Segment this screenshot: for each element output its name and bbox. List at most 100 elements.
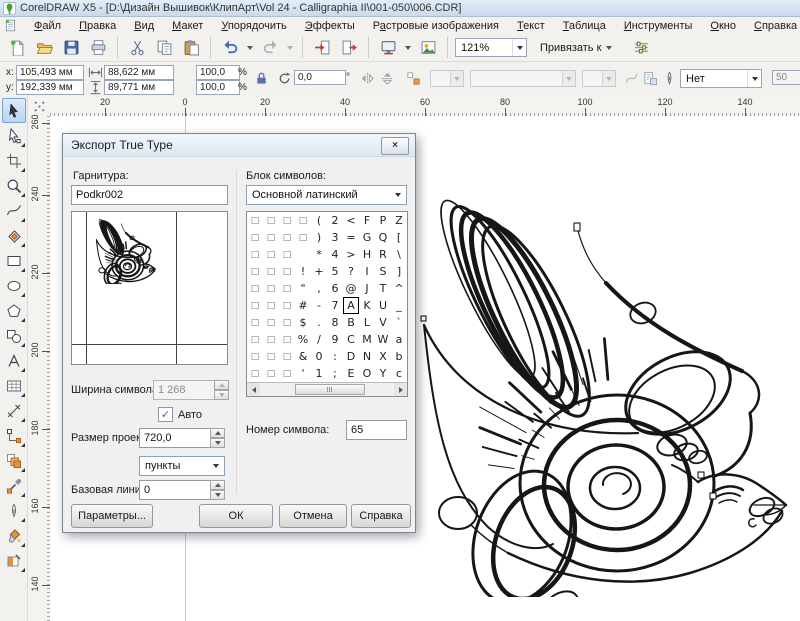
scroll-left-icon[interactable] <box>247 383 260 396</box>
char-cell-selected[interactable]: A <box>343 297 359 314</box>
flyout-indicator[interactable] <box>21 443 25 447</box>
char-cell[interactable]: □ <box>247 297 263 314</box>
char-cell[interactable]: □ <box>247 212 263 229</box>
object-width-field[interactable]: 88,622 мм <box>104 65 174 80</box>
char-cell[interactable]: " <box>295 280 311 297</box>
char-cell[interactable]: a <box>391 331 407 348</box>
char-cell[interactable]: □ <box>263 365 279 382</box>
char-cell[interactable]: ] <box>391 263 407 280</box>
char-cell[interactable]: □ <box>263 246 279 263</box>
char-cell[interactable]: ! <box>295 263 311 280</box>
outline-width-combo[interactable]: Нет <box>680 69 762 88</box>
char-cell[interactable]: □ <box>247 365 263 382</box>
char-cell[interactable]: □ <box>263 348 279 365</box>
tool-blend[interactable] <box>2 448 26 473</box>
char-cell[interactable]: @ <box>343 280 359 297</box>
ok-button[interactable]: ОК <box>199 504 273 528</box>
typeface-input[interactable]: Podkr002 <box>71 185 228 205</box>
char-cell[interactable]: □ <box>263 280 279 297</box>
char-cell[interactable]: □ <box>263 212 279 229</box>
flyout-indicator[interactable] <box>21 518 25 522</box>
flyout-indicator[interactable] <box>21 268 25 272</box>
launcher-dropdown-icon[interactable] <box>405 46 411 50</box>
char-cell[interactable]: □ <box>295 212 311 229</box>
options-button[interactable] <box>629 36 653 59</box>
char-cell[interactable]: ; <box>327 365 343 382</box>
tool-crop[interactable] <box>2 148 26 173</box>
tool-rectangle[interactable] <box>2 248 26 273</box>
menu-item[interactable]: Окно <box>701 19 745 33</box>
tool-connector[interactable] <box>2 423 26 448</box>
char-cell[interactable]: □ <box>247 280 263 297</box>
char-cell[interactable]: 2 <box>327 212 343 229</box>
char-cell[interactable]: L <box>359 314 375 331</box>
char-cell[interactable]: . <box>311 314 327 331</box>
tool-dimension[interactable] <box>2 398 26 423</box>
char-cell[interactable]: □ <box>247 246 263 263</box>
char-cell[interactable]: 8 <box>327 314 343 331</box>
char-cell[interactable]: □ <box>263 229 279 246</box>
char-cell[interactable]: □ <box>279 280 295 297</box>
char-cell[interactable]: Y <box>375 365 391 382</box>
mirror-horizontal-button[interactable] <box>358 70 376 87</box>
application-launcher-button[interactable] <box>376 36 400 59</box>
char-cell[interactable]: □ <box>263 314 279 331</box>
char-cell[interactable]: ' <box>295 365 311 382</box>
char-cell[interactable]: , <box>311 280 327 297</box>
horizontal-ruler[interactable]: 20020406080100120140 <box>50 96 800 117</box>
flyout-indicator[interactable] <box>21 218 25 222</box>
tool-freehand[interactable] <box>2 198 26 223</box>
char-cell[interactable]: & <box>295 348 311 365</box>
char-cell[interactable]: □ <box>279 348 295 365</box>
menu-item[interactable]: Справка <box>745 19 800 33</box>
flyout-indicator[interactable] <box>21 293 25 297</box>
baseline-field[interactable]: 0 <box>139 480 211 500</box>
char-cell[interactable]: K <box>359 297 375 314</box>
tool-shape[interactable] <box>2 123 26 148</box>
object-height-field[interactable]: 89,771 мм <box>104 80 174 95</box>
char-cell[interactable]: E <box>343 365 359 382</box>
char-cell[interactable]: * <box>311 246 327 263</box>
flyout-indicator[interactable] <box>21 568 25 572</box>
tool-ellipse[interactable] <box>2 273 26 298</box>
menu-item[interactable]: Макет <box>163 19 212 33</box>
char-cell[interactable]: < <box>343 212 359 229</box>
char-cell[interactable]: 6 <box>327 280 343 297</box>
undo-button[interactable] <box>218 36 242 59</box>
menu-item[interactable]: Файл <box>25 19 70 33</box>
units-combo[interactable]: пункты <box>139 456 225 476</box>
outline-pen-icon[interactable] <box>662 71 677 86</box>
tool-interactive-fill[interactable] <box>2 548 26 573</box>
char-cell[interactable]: 0 <box>311 348 327 365</box>
char-cell[interactable]: O <box>359 365 375 382</box>
char-cell[interactable]: □ <box>279 331 295 348</box>
mirror-vertical-button[interactable] <box>378 70 396 87</box>
menu-item[interactable]: Эффекты <box>296 19 364 33</box>
flyout-indicator[interactable] <box>21 243 25 247</box>
flyout-indicator[interactable] <box>21 368 25 372</box>
flyout-indicator[interactable] <box>21 468 25 472</box>
open-button[interactable] <box>32 36 56 59</box>
char-cell[interactable]: □ <box>279 263 295 280</box>
tool-polygon[interactable] <box>2 298 26 323</box>
help-button[interactable]: Справка <box>351 504 411 528</box>
lock-ratio-icon[interactable] <box>254 71 269 86</box>
tool-color-eyedropper[interactable] <box>2 473 26 498</box>
cancel-button[interactable]: Отмена <box>279 504 347 528</box>
symbol-number-input[interactable]: 65 <box>346 420 407 440</box>
char-cell[interactable]: # <box>295 297 311 314</box>
snap-to-dropdown[interactable]: Привязать к <box>536 40 618 56</box>
tool-outline-pen[interactable] <box>2 498 26 523</box>
char-cell[interactable]: D <box>343 348 359 365</box>
char-cell[interactable]: [ <box>391 229 407 246</box>
paste-button[interactable] <box>179 36 203 59</box>
rotation-angle-field[interactable]: 0,0 <box>294 70 346 85</box>
char-cell[interactable]: □ <box>247 348 263 365</box>
scrollbar-thumb[interactable] <box>295 384 365 395</box>
copy-button[interactable] <box>152 36 176 59</box>
options-dialog-button[interactable]: Параметры... <box>71 504 153 528</box>
char-cell[interactable]: 4 <box>327 246 343 263</box>
dialog-close-button[interactable]: × <box>381 137 409 155</box>
char-cell[interactable]: 9 <box>327 331 343 348</box>
char-cell[interactable] <box>295 246 311 263</box>
